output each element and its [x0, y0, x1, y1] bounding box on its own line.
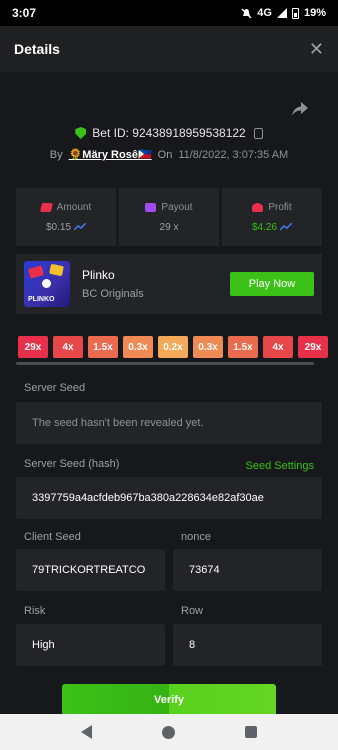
payout-value: 29 x	[159, 221, 179, 233]
game-provider: BC Originals	[82, 288, 144, 300]
on-label: On	[157, 148, 173, 161]
multiplier-chip: 29x	[298, 336, 328, 358]
details-content[interactable]: Bet ID: 92438918959538122 By 🌻Märy Rosê🇵…	[0, 72, 338, 714]
multiplier-chip: 1.5x	[88, 336, 118, 358]
multiplier-chip: 0.3x	[193, 336, 223, 358]
game-name: Plinko	[82, 268, 115, 282]
signal-icon	[276, 8, 287, 18]
multiplier-chip: 0.3x	[123, 336, 153, 358]
status-indicators: 4G 19%	[241, 7, 326, 19]
game-thumbnail[interactable]: PLINKO	[24, 261, 70, 307]
stat-amount: Amount $0.15	[16, 188, 116, 246]
server-seed-label: Server Seed	[24, 382, 86, 394]
risk-field[interactable]: High	[16, 624, 165, 666]
thumb-decor	[42, 279, 51, 288]
server-seed-field: The seed hasn't been revealed yet.	[16, 402, 322, 444]
stat-profit-label: Profit	[252, 201, 292, 213]
system-nav-bar	[0, 714, 338, 750]
stat-payout: Payout 29 x	[119, 188, 219, 246]
server-seed-hash-field[interactable]: 3397759a4acfdeb967ba380a228634e82af30ae	[16, 477, 322, 519]
multiplier-chip: 4x	[263, 336, 293, 358]
row-field[interactable]: 8	[173, 624, 322, 666]
recent-apps-icon[interactable]	[245, 726, 257, 738]
shield-icon	[75, 127, 87, 139]
bet-id-row: Bet ID: 92438918959538122	[0, 126, 338, 140]
stat-amount-label: Amount	[39, 201, 92, 213]
client-seed-field[interactable]: 79TRICKORTREATCO	[16, 549, 165, 591]
thumb-decor	[49, 263, 64, 277]
verify-button[interactable]: Verify	[62, 684, 276, 714]
stat-payout-value: 29 x	[160, 222, 179, 233]
multiplier-chip: 4x	[53, 336, 83, 358]
multiplier-chip: 0.2x	[158, 336, 188, 358]
stat-payout-label: Payout	[145, 201, 193, 213]
by-label: By	[49, 148, 63, 161]
risk-label: Risk	[24, 605, 46, 617]
multiplier-chip: 29x	[18, 336, 48, 358]
trend-icon	[280, 223, 293, 231]
multiplier-row[interactable]: 29x 4x 1.5x 0.3x 0.2x 0.3x 1.5x 4x 29x	[16, 334, 338, 362]
profit-label: Profit	[268, 201, 292, 213]
battery-percent: 19%	[303, 7, 326, 19]
trend-icon	[74, 223, 87, 231]
payout-icon	[145, 202, 157, 212]
profit-value: $4.26	[251, 221, 278, 233]
status-bar: 3:07 4G 19%	[0, 0, 338, 26]
game-info: Plinko BC Originals	[82, 268, 144, 300]
nonce-label: nonce	[181, 531, 211, 543]
payout-label: Payout	[161, 201, 193, 213]
play-now-button[interactable]: Play Now	[230, 272, 314, 296]
amount-label: Amount	[56, 201, 92, 213]
page-title: Details	[14, 41, 60, 57]
bet-by-line: By 🌻Märy Rosê🇵🇭 On 11/8/2022, 3:07:35 AM	[0, 148, 338, 162]
close-icon[interactable]: ✕	[309, 39, 324, 60]
bet-id: Bet ID: 92438918959538122	[92, 126, 246, 140]
copy-icon[interactable]	[253, 127, 263, 139]
thumb-decor	[27, 265, 45, 279]
back-icon[interactable]	[81, 725, 92, 739]
row-label: Row	[181, 605, 204, 617]
stat-amount-value: $0.15	[45, 221, 87, 233]
mute-icon	[241, 8, 252, 18]
amount-value: $0.15	[45, 221, 72, 233]
bet-stats: Amount $0.15 Payout 29 x Profit $4.26	[16, 188, 322, 246]
seed-settings-link[interactable]: Seed Settings	[246, 460, 315, 472]
status-time: 3:07	[12, 6, 37, 20]
details-header: Details ✕	[0, 26, 338, 72]
client-seed-label: Client Seed	[24, 531, 81, 543]
bet-user-link[interactable]: 🌻Märy Rosê🇵🇭	[69, 148, 152, 161]
multiplier-chip: 1.5x	[228, 336, 258, 358]
multiplier-scrollbar[interactable]	[16, 362, 314, 365]
profit-icon	[252, 202, 264, 212]
amount-icon	[39, 202, 53, 212]
nonce-field[interactable]: 73674	[173, 549, 322, 591]
battery-icon	[291, 7, 299, 19]
share-icon[interactable]	[292, 102, 308, 116]
stat-profit-value: $4.26	[251, 221, 293, 233]
server-seed-hash-label: Server Seed (hash)	[24, 458, 120, 470]
home-icon[interactable]	[162, 725, 175, 739]
game-thumb-text: PLINKO	[28, 296, 55, 303]
bet-date: 11/8/2022, 3:07:35 AM	[178, 148, 289, 161]
stat-profit: Profit $4.26	[222, 188, 322, 246]
network-type: 4G	[257, 7, 272, 19]
game-card: PLINKO Plinko BC Originals Play Now	[16, 254, 322, 314]
